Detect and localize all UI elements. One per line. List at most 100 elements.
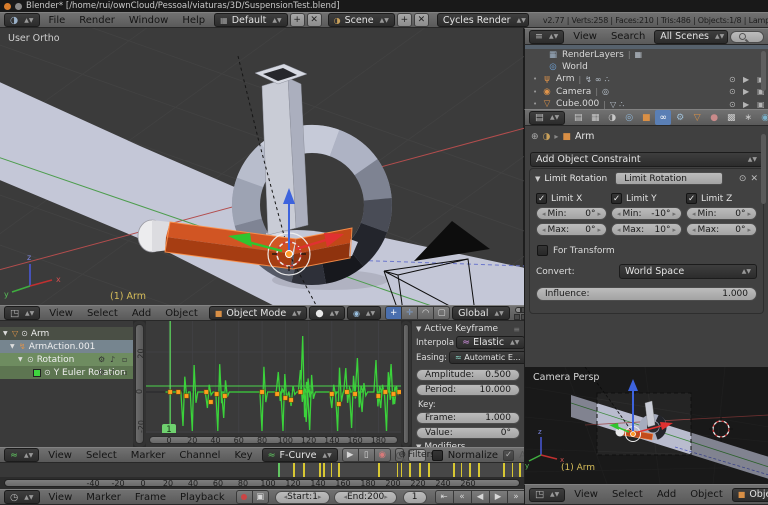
keyframe-point[interactable] [330,392,334,396]
visibility-eye-icon[interactable]: ⊙ [729,75,736,84]
add-object-constraint-button[interactable]: Add Object Constraint▲▼ [530,152,763,167]
window-icon-2[interactable] [15,3,22,10]
tab-object[interactable]: ■ [638,110,654,125]
only-selected-button[interactable]: ▶ [342,448,359,462]
min-field-1[interactable]: ◂Min:-10°▸ [611,207,682,220]
menu-key[interactable]: Key [227,450,259,461]
period-field[interactable]: Period:10.000 [416,384,520,396]
keyframe-point[interactable] [260,390,264,394]
channel-expander-icon[interactable]: ▼ [10,343,19,350]
outliner-row-cube.000[interactable]: •▽Cube.000|▽∴⊙▶▣ [525,98,768,109]
constraint-close-icon[interactable]: ✕ [750,174,758,184]
timeline-keyframe-marker[interactable] [303,463,305,477]
outliner-row-renderlayers[interactable]: ▦RenderLayers|▦ [525,49,768,61]
keyframe-point[interactable] [298,390,302,394]
keyframe-point[interactable] [353,392,357,396]
editor-type-button-info[interactable]: ◑▲▼ [4,13,40,27]
timeline-keyframe-marker[interactable] [323,463,325,477]
breadcrumb-scene-icon[interactable]: ◑ [543,132,551,142]
graph-x-scrollbar[interactable]: 020406080100120140160180 [146,433,401,447]
menu-playback[interactable]: Playback [173,492,232,503]
layer-button-6[interactable] [514,314,520,320]
lock-icon[interactable]: ▫ [122,355,127,364]
menu-view[interactable]: View [566,31,604,42]
timeline-keyframe-band[interactable] [0,463,524,477]
jump-to-start-button[interactable]: ⇤ [435,490,454,504]
easing-selector[interactable]: ≈ Automatic E...▲▼ [449,351,524,364]
limit-checkbox-2[interactable]: ✓ [686,193,697,204]
channel-row-group[interactable]: ▼⊙Rotation⚙♪▫ [0,353,133,366]
editor-type-button-3d[interactable]: ◳▲▼ [4,306,40,320]
menu-add[interactable]: Add [650,489,683,500]
rotate-manipulator-button[interactable]: ◠ [417,306,434,320]
timeline-keyframe-marker[interactable] [478,463,480,477]
tab-modifiers[interactable]: ⚙ [672,110,688,125]
menu-help[interactable]: Help [175,15,212,26]
render-toggle-icon[interactable]: ▣ [757,100,765,109]
menu-render[interactable]: Render [72,15,122,26]
menu-file[interactable]: File [42,15,73,26]
menu-window[interactable]: Window [122,15,175,26]
tab-texture[interactable]: ▩ [723,110,739,125]
key-value-field[interactable]: Value:0° [416,427,520,439]
menu-add[interactable]: Add [125,308,158,319]
menu-select[interactable]: Select [605,489,650,500]
timeline-keyframe-marker[interactable] [409,463,411,477]
outliner-row-world[interactable]: ◎World [525,61,768,73]
editor-type-button-camera[interactable]: ◳▲▼ [529,488,565,502]
menu-view[interactable]: View [567,489,605,500]
timeline-keyframe-marker[interactable] [331,463,333,477]
channel-eye-icon[interactable]: ⊙ [21,329,28,338]
graph-curve-area[interactable] [146,321,401,433]
auto-checkbox[interactable]: ✓ [503,450,514,461]
constraint-collapse-arrow[interactable]: ▼ [535,175,540,183]
timeline-keyframe-marker[interactable] [512,463,514,477]
limit-checkbox-1[interactable]: ✓ [611,193,622,204]
close-layout-button[interactable]: ✕ [307,13,322,27]
constraint-name-input[interactable]: Limit Rotation [615,172,723,185]
graph-y-scrollbar[interactable]: 20 0 -20 [133,321,146,447]
expander-icon[interactable]: • [533,88,541,96]
outliner-filter-selector[interactable]: All Scenes▲▼ [654,30,728,44]
limit-checkbox-0[interactable]: ✓ [536,193,547,204]
expander-icon[interactable]: • [533,75,541,83]
tab-material[interactable]: ● [706,110,722,125]
timeline-keyframe-marker[interactable] [469,463,471,477]
scale-manipulator-button[interactable]: ▢ [433,306,450,320]
keyframe-point[interactable] [275,392,279,396]
menu-marker[interactable]: Marker [124,450,173,461]
keyframe-point[interactable] [168,390,172,394]
timeline-keyframe-marker[interactable] [428,463,430,477]
keyframe-point[interactable] [383,390,387,394]
timeline-keyframe-marker[interactable] [319,463,321,477]
selectability-icon[interactable]: ▶ [743,75,749,84]
viewport-3d[interactable]: z y x User Ortho (1) Arm [0,28,524,305]
outliner-row-arm[interactable]: •ψArm|↯∞∴⊙▶▣ [525,73,768,85]
frame-end-field[interactable]: ◂End:200▸ [334,491,396,504]
max-field-0[interactable]: ◂Max:0°▸ [536,223,607,236]
properties-scrollbar[interactable] [761,134,766,204]
menu-view[interactable]: View [42,308,80,319]
keyframe-point[interactable] [345,390,349,394]
add-layout-button[interactable]: + [290,13,305,27]
keyframe-point[interactable] [214,392,218,396]
menu-object[interactable]: Object [683,489,730,500]
timeline-current-frame-line[interactable] [278,463,280,477]
editor-type-button-timeline[interactable]: ◷▲▼ [4,490,40,504]
menu-search[interactable]: Search [604,31,652,42]
lock-button[interactable]: ▣ [252,490,269,504]
convert-selector[interactable]: World Space▲▼ [619,264,757,279]
play-reverse-button[interactable]: ◀ [471,490,490,504]
max-field-1[interactable]: ◂Max:10°▸ [611,223,682,236]
visibility-eye-icon[interactable]: ⊙ [729,87,736,96]
camera-viewport[interactable]: z y x Camera Persp (1) Arm [524,367,768,484]
keyframe-point[interactable] [184,394,188,398]
channel-eye-icon[interactable]: ⊙ [44,368,51,377]
tab-render[interactable]: ▤ [570,110,586,125]
timeline-keyframe-marker[interactable] [503,463,505,477]
timeline-keyframe-marker[interactable] [461,463,463,477]
wrench-icon[interactable]: ⚙ [98,355,105,364]
menu-marker[interactable]: Marker [79,492,128,503]
pivot-point-selector[interactable]: ◉▲▼ [347,306,381,320]
selectability-icon[interactable]: ▶ [743,87,749,96]
